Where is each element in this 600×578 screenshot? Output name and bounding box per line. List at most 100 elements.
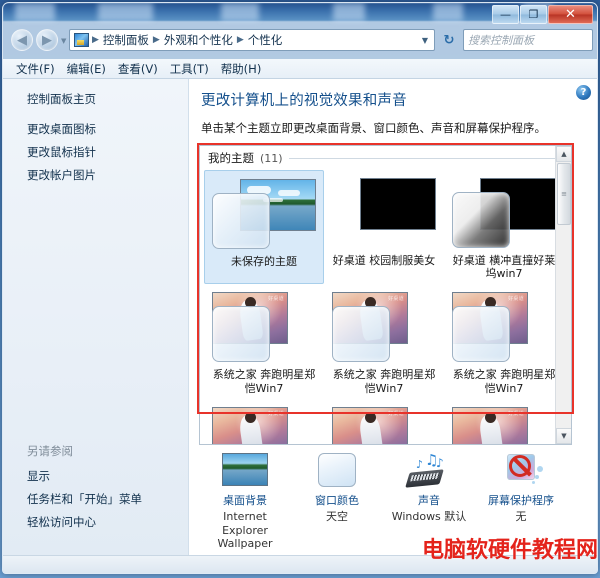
theme-label: 系统之家 奔跑明星郑恺Win7: [332, 368, 436, 395]
theme-label: 好桌道 横冲直撞好莱坞win7: [452, 254, 556, 281]
theme-label: 好桌道 校园制服美女: [332, 254, 436, 267]
sidebar-item-ease-of-access-center[interactable]: 轻松访问中心: [27, 514, 142, 530]
breadcrumb-item-appearance[interactable]: 外观和个性化: [161, 31, 236, 49]
see-also-label: 另请参阅: [27, 444, 73, 458]
breadcrumb-separator: ▶: [236, 35, 244, 45]
refresh-icon: ↻: [443, 32, 455, 48]
menu-help[interactable]: 帮助(H): [218, 60, 271, 78]
sidebar-item-change-mouse-pointers[interactable]: 更改鼠标指针: [27, 144, 188, 160]
theme-grid: 未保存的主题 好桌道 校园制服美女 好桌道 横冲直撞好莱坞win7 好桌道 系统之家 奔…: [200, 168, 571, 444]
theme-window-preview: [452, 192, 510, 248]
window-color-icon: [314, 452, 360, 489]
sidebar-item-taskbar-start-menu[interactable]: 任务栏和「开始」菜单: [27, 491, 142, 507]
search-box[interactable]: ⌕: [463, 29, 597, 51]
sidebar-item-display[interactable]: 显示: [27, 468, 142, 484]
address-bar-row: ◀ ▶ ▼ ▶ 控制面板 ▶ 外观和个性化 ▶ 个性化 ▼ ↻ ⌕: [3, 21, 597, 59]
theme-thumbnail: 好桌道: [452, 405, 556, 444]
forward-button[interactable]: ▶: [36, 29, 58, 51]
option-label[interactable]: 声音: [418, 492, 440, 508]
theme-wallpaper-preview: 好桌道: [332, 406, 408, 444]
window-controls: — ❐ ✕: [492, 5, 593, 24]
sidebar-item-control-panel-home[interactable]: 控制面板主页: [27, 91, 188, 107]
sidebar-item-change-desktop-icons[interactable]: 更改桌面图标: [27, 121, 188, 137]
theme-thumbnail: 好桌道: [332, 290, 436, 364]
scroll-up-button[interactable]: ▲: [556, 146, 571, 162]
theme-wallpaper-preview: [360, 178, 436, 230]
breadcrumb-item-control-panel[interactable]: 控制面板: [100, 31, 152, 49]
refresh-button[interactable]: ↻: [439, 30, 459, 50]
theme-group-header: 我的主题 (11): [200, 146, 571, 168]
explorer-window: — ❐ ✕ ◀ ▶ ▼ ▶ 控制面板 ▶ 外观和个性化 ▶ 个性化 ▼ ↻ 搜索…: [2, 2, 598, 574]
forward-arrow-icon: ▶: [42, 32, 52, 48]
breadcrumb[interactable]: ▶ 控制面板 ▶ 外观和个性化 ▶ 个性化 ▼: [69, 29, 435, 51]
maximize-icon: ❐: [528, 8, 539, 21]
theme-list-scrollbar[interactable]: ▲ ≡ ▼: [555, 146, 571, 444]
close-button[interactable]: ✕: [548, 5, 593, 24]
option-value: 无: [515, 509, 527, 523]
sound-icon: ♪ ♫ ♪: [405, 452, 452, 489]
help-icon[interactable]: ?: [576, 85, 591, 100]
option-label[interactable]: 窗口颜色: [315, 492, 359, 508]
thumbnail-watermark: 好桌道: [508, 410, 524, 417]
page-title: 更改计算机上的视觉效果和声音: [201, 93, 407, 109]
scrollbar-thumb[interactable]: ≡: [557, 163, 571, 225]
theme-window-preview: [212, 193, 270, 249]
option-label[interactable]: 屏幕保护程序: [488, 492, 554, 508]
theme-group-count: (11): [260, 151, 283, 165]
theme-tile[interactable]: 好桌道: [324, 399, 444, 444]
theme-thumbnail: 好桌道: [212, 405, 316, 444]
wallpaper-icon: [222, 452, 268, 489]
theme-tile[interactable]: 好桌道: [444, 399, 564, 444]
theme-tile[interactable]: 好桌道 系统之家 奔跑明星郑恺Win7: [444, 284, 564, 398]
menu-file[interactable]: 文件(F): [13, 60, 64, 78]
recent-pages-dropdown[interactable]: ▼: [61, 37, 66, 45]
back-button[interactable]: ◀: [11, 29, 33, 51]
theme-tile[interactable]: 好桌道系统之家 奔跑明星郑恺Win7: [324, 284, 444, 398]
option-desktop-background[interactable]: 桌面背景 Internet Explorer Wallpaper: [199, 452, 291, 551]
theme-label: 系统之家 奔跑明星郑恺Win7: [452, 368, 556, 395]
menu-edit[interactable]: 编辑(E): [64, 60, 115, 78]
option-window-color[interactable]: 窗口颜色 天空: [291, 452, 383, 551]
content-area: 控制面板主页 更改桌面图标 更改鼠标指针 更改帐户图片 另请参阅 显示 任务栏和…: [3, 79, 597, 557]
theme-thumbnail: [212, 177, 316, 251]
theme-thumbnail: 好桌道: [212, 290, 316, 364]
menu-view[interactable]: 查看(V): [115, 60, 167, 78]
theme-window-preview: [452, 306, 510, 363]
theme-tile[interactable]: 好桌道: [204, 399, 324, 444]
scroll-down-button[interactable]: ▼: [556, 428, 571, 444]
screensaver-icon: [498, 453, 544, 489]
breadcrumb-separator: ▶: [152, 35, 160, 45]
option-value: Windows 默认: [391, 509, 467, 523]
breadcrumb-dropdown-icon[interactable]: ▼: [422, 36, 432, 45]
breadcrumb-item-personalization[interactable]: 个性化: [245, 31, 286, 49]
page-subtitle: 单击某个主题立即更改桌面背景、窗口颜色、声音和屏幕保护程序。: [201, 121, 546, 135]
option-label[interactable]: 桌面背景: [223, 492, 267, 508]
sidebar-see-also: 另请参阅 显示 任务栏和「开始」菜单 轻松访问中心: [27, 443, 142, 537]
theme-window-preview: [332, 306, 390, 363]
theme-tile[interactable]: 好桌道 校园制服美女: [324, 170, 444, 284]
sidebar-item-change-account-picture[interactable]: 更改帐户图片: [27, 167, 188, 183]
main-panel: ? 更改计算机上的视觉效果和声音 单击某个主题立即更改桌面背景、窗口颜色、声音和…: [189, 79, 597, 557]
theme-tile[interactable]: 好桌道系统之家 奔跑明星郑恺Win7: [204, 284, 324, 398]
theme-list-panel[interactable]: 我的主题 (11) 未保存的主题 好桌道 校园制服美女 好桌道 横冲直撞好莱坞win…: [199, 145, 572, 445]
theme-thumbnail: [332, 176, 436, 250]
theme-thumbnail: 好桌道: [332, 405, 436, 444]
thumbnail-watermark: 好桌道: [388, 410, 404, 417]
search-input[interactable]: [468, 33, 597, 47]
theme-tile[interactable]: 未保存的主题: [204, 170, 324, 285]
control-panel-icon: [74, 33, 89, 47]
maximize-button[interactable]: ❐: [520, 5, 547, 24]
thumbnail-watermark: 好桌道: [268, 410, 284, 417]
minimize-button[interactable]: —: [492, 5, 519, 24]
menu-tools[interactable]: 工具(T): [167, 60, 218, 78]
theme-thumbnail: [452, 176, 556, 250]
back-arrow-icon: ◀: [17, 32, 27, 48]
thumbnail-watermark: 好桌道: [268, 296, 284, 303]
theme-label: 未保存的主题: [231, 255, 297, 268]
theme-tile[interactable]: 好桌道 横冲直撞好莱坞win7: [444, 170, 564, 284]
scrollbar-grip-icon: ≡: [561, 189, 567, 198]
site-watermark: 电脑软硬件教程网: [421, 538, 598, 563]
breadcrumb-separator: ▶: [92, 35, 99, 45]
theme-wallpaper-preview: 好桌道: [212, 406, 288, 444]
theme-label: 系统之家 奔跑明星郑恺Win7: [212, 368, 316, 395]
